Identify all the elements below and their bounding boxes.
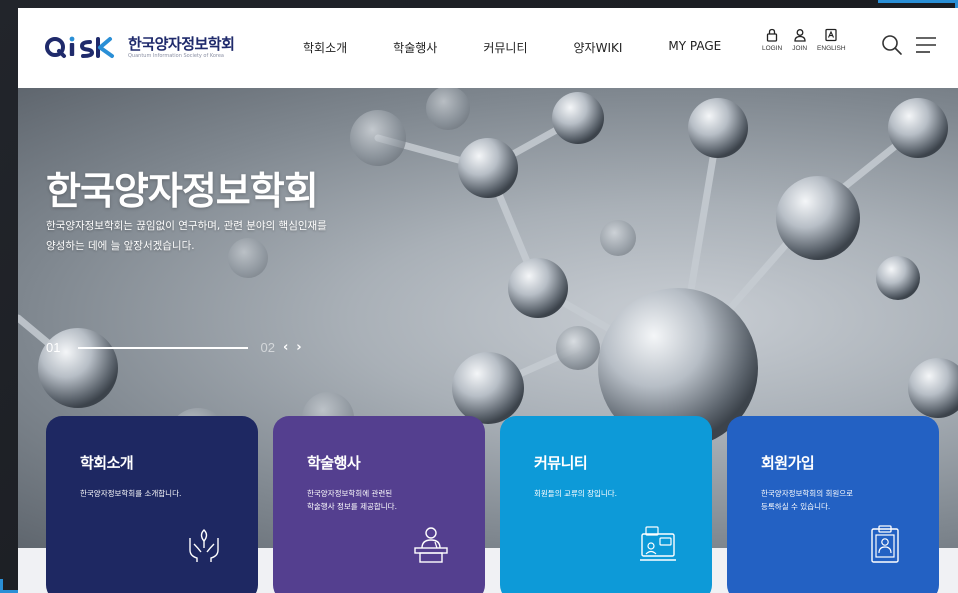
nav-item-community[interactable]: 커뮤니티 [483,39,527,56]
hero-description-line-2: 양성하는 데에 늘 앞장서겠습니다. [46,240,195,252]
main-nav: 학회소개 학술행사 커뮤니티 양자WIKI MY PAGE [303,39,721,56]
logo-english-name: Quantum Information Society of Korea [128,52,224,59]
join-link[interactable]: JOIN [792,28,807,52]
card-about-desc-line-1: 한국양자정보학회를 소개합니다. [80,489,182,498]
hero-title: 한국양자정보학회 [46,169,319,213]
nav-item-events[interactable]: 학술행사 [393,39,437,56]
card-about-title: 학회소개 [80,454,134,472]
english-link[interactable]: ENGLISH [817,28,846,52]
clipboard-profile-icon [871,525,899,563]
login-label: LOGIN [762,45,783,52]
card-about[interactable]: 학회소개 한국양자정보학회를 소개합니다. [46,416,258,593]
qisk-logo-icon [45,36,114,58]
card-join-desc-line-1: 한국양자정보학회의 회원으로 [761,489,854,498]
card-join-desc-line-2: 등록하실 수 있습니다. [761,502,831,511]
nav-item-about[interactable]: 학회소개 [303,39,347,56]
login-link[interactable]: LOGIN [762,28,782,52]
hands-plant-icon [189,529,219,562]
card-community-title: 커뮤니티 [534,454,588,472]
card-join[interactable]: 회원가입 한국양자정보학회의 회원으로 등록하실 수 있습니다. [727,416,939,593]
card-about-description: 한국양자정보학회를 소개합니다. [80,487,230,500]
website-page: 한국양자정보학회 Quantum Information Society of … [18,8,958,593]
menu-icon[interactable] [914,33,938,57]
computer-chat-icon [640,526,676,561]
hero-description-line-1: 한국양자정보학회는 끊임없이 연구하며, 관련 분야의 핵심인재를 [46,220,327,232]
card-community-desc-line-1: 회원들의 교류의 장입니다. [534,489,618,498]
speaker-podium-icon [414,527,448,563]
card-join-title: 회원가입 [761,454,815,472]
nav-item-mypage[interactable]: MY PAGE [668,39,721,56]
card-community[interactable]: 커뮤니티 회원들의 교류의 장입니다. [500,416,712,593]
site-header: 한국양자정보학회 Quantum Information Society of … [18,8,958,88]
logo-text: 한국양자정보학회 Quantum Information Society of … [128,34,235,60]
site-logo[interactable]: 한국양자정보학회 Quantum Information Society of … [44,30,235,64]
card-events[interactable]: 학술행사 한국양자정보학회에 관련된 학술행사 정보를 제공합니다. [273,416,485,593]
card-events-description: 한국양자정보학회에 관련된 학술행사 정보를 제공합니다. [307,487,457,513]
hero-description: 한국양자정보학회는 끊임없이 연구하며, 관련 분야의 핵심인재를 양성하는 데… [46,216,386,256]
user-icon [793,29,806,42]
hero-slider-controls: 01 02 ‹ › [46,340,302,355]
logo-korean-name: 한국양자정보학회 [128,34,235,53]
card-join-description: 한국양자정보학회의 회원으로 등록하실 수 있습니다. [761,487,911,513]
slide-progress-bar [78,346,249,349]
slide-current-number: 01 [46,340,61,355]
card-events-desc-line-2: 학술행사 정보를 제공합니다. [307,502,397,511]
english-label: ENGLISH [817,45,846,52]
card-events-title: 학술행사 [307,454,361,472]
nav-item-wiki[interactable]: 양자WIKI [574,39,623,56]
slide-next-arrow-icon[interactable]: › [296,340,301,355]
slide-prev-arrow-icon[interactable]: ‹ [283,340,288,355]
lock-icon [766,28,778,42]
card-community-description: 회원들의 교류의 장입니다. [534,487,684,500]
language-icon [825,28,837,42]
slide-next-number: 02 [260,340,275,355]
card-events-desc-line-1: 한국양자정보학회에 관련된 [307,489,393,498]
utility-links: LOGIN JOIN ENGLISH [762,28,856,52]
search-icon[interactable] [880,33,904,57]
join-label: JOIN [792,45,808,52]
